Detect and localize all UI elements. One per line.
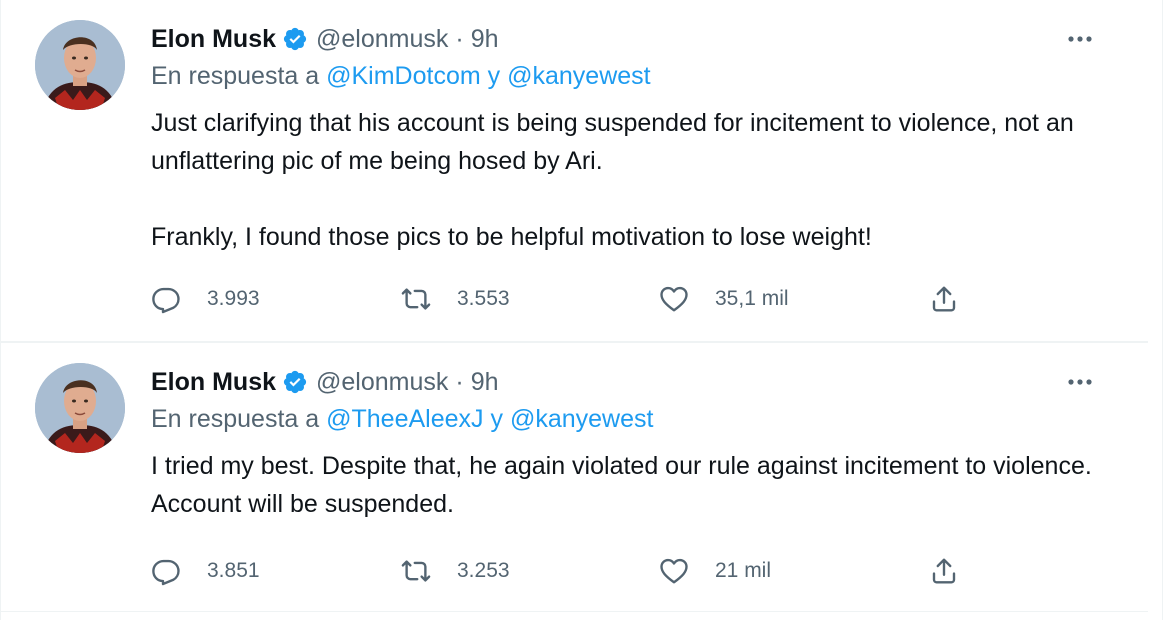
timestamp[interactable]: 9h (471, 25, 499, 54)
more-horizontal-icon[interactable] (1060, 367, 1100, 397)
tweet[interactable]: Elon Musk @elonmusk · 9h En respuesta a … (1, 342, 1148, 612)
reply-count: 3.851 (207, 559, 260, 582)
author-handle[interactable]: @elonmusk (316, 368, 448, 397)
reply-bubble-icon (151, 284, 181, 314)
tweet-actions: 3.851 3.253 21 mil (151, 551, 971, 591)
reply-button[interactable]: 3.993 (151, 279, 260, 319)
share-icon (929, 556, 959, 586)
tweet-paragraph: Frankly, I found those pics to be helpfu… (151, 223, 872, 251)
verified-badge-icon (282, 369, 308, 395)
like-count: 35,1 mil (715, 287, 789, 310)
retweet-icon (401, 556, 431, 586)
separator-dot: · (455, 367, 464, 396)
share-button[interactable] (929, 551, 959, 591)
tweet-actions: 3.993 3.553 35,1 mil (151, 279, 971, 319)
like-button[interactable]: 35,1 mil (659, 279, 789, 319)
reply-bubble-icon (151, 556, 181, 586)
retweet-count: 3.553 (457, 287, 510, 310)
retweet-button[interactable]: 3.253 (401, 551, 510, 591)
retweet-count: 3.253 (457, 559, 510, 582)
reply-count: 3.993 (207, 287, 260, 310)
reply-prefix: En respuesta a (151, 405, 320, 433)
timestamp[interactable]: 9h (471, 368, 499, 397)
reply-prefix: En respuesta a (151, 62, 320, 90)
reply-joiner: y (487, 62, 501, 90)
mention-link[interactable]: @kanyewest (507, 62, 651, 90)
tweet[interactable]: Elon Musk @elonmusk · 9h En respuesta a … (1, 0, 1148, 342)
tweet-header: Elon Musk @elonmusk · 9h (151, 365, 499, 399)
tweet-paragraph: I tried my best. Despite that, he again … (151, 452, 1092, 518)
avatar[interactable] (35, 363, 125, 453)
reply-context: En respuesta a @KimDotcom y @kanyewest (151, 62, 651, 91)
author-name[interactable]: Elon Musk (151, 25, 276, 54)
mention-link[interactable]: @KimDotcom (326, 62, 481, 90)
reply-context: En respuesta a @TheeAleexJ y @kanyewest (151, 405, 653, 434)
like-count: 21 mil (715, 559, 772, 582)
tweet-feed: Elon Musk @elonmusk · 9h En respuesta a … (0, 0, 1163, 620)
heart-icon (659, 556, 689, 586)
share-button[interactable] (929, 279, 959, 319)
verified-badge-icon (282, 26, 308, 52)
author-handle[interactable]: @elonmusk (316, 25, 448, 54)
more-horizontal-icon[interactable] (1060, 24, 1100, 54)
reply-button[interactable]: 3.851 (151, 551, 260, 591)
avatar[interactable] (35, 20, 125, 110)
retweet-button[interactable]: 3.553 (401, 279, 510, 319)
retweet-icon (401, 284, 431, 314)
tweet-paragraph: Just clarifying that his account is bein… (151, 109, 1074, 175)
mention-link[interactable]: @kanyewest (510, 405, 654, 433)
heart-icon (659, 284, 689, 314)
share-icon (929, 284, 959, 314)
separator-dot: · (455, 24, 464, 53)
tweet-header: Elon Musk @elonmusk · 9h (151, 22, 499, 56)
reply-joiner: y (490, 405, 503, 433)
like-button[interactable]: 21 mil (659, 551, 771, 591)
author-name[interactable]: Elon Musk (151, 368, 276, 397)
tweet-text: Just clarifying that his account is bein… (151, 104, 1131, 256)
tweet-text: I tried my best. Despite that, he again … (151, 447, 1131, 523)
mention-link[interactable]: @TheeAleexJ (326, 405, 483, 433)
